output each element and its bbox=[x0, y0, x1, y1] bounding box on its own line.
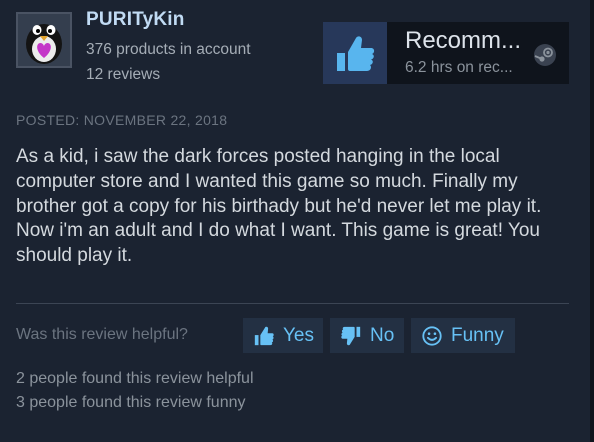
thumbs-up-icon bbox=[254, 326, 274, 345]
helpful-count: 2 people found this review helpful bbox=[16, 370, 254, 387]
thumbs-up-icon bbox=[337, 36, 375, 71]
yes-label: Yes bbox=[283, 324, 314, 346]
reviewer-username[interactable]: PURITyKin bbox=[86, 9, 185, 31]
helpful-question: Was this review helpful? bbox=[16, 326, 188, 343]
funny-label: Funny bbox=[451, 324, 504, 346]
posted-date: POSTED: NOVEMBER 22, 2018 bbox=[16, 112, 228, 128]
playtime-hours: 6.2 hrs on rec... bbox=[405, 59, 513, 76]
thumbs-down-icon bbox=[341, 326, 361, 345]
steam-logo-icon bbox=[534, 44, 556, 66]
recommendation-label: Recomm... bbox=[405, 27, 522, 54]
penguin-heart-avatar-icon bbox=[18, 14, 70, 66]
review-body: As a kid, i saw the dark forces posted h… bbox=[16, 146, 542, 267]
reviews-count[interactable]: 12 reviews bbox=[86, 66, 160, 84]
smiley-icon bbox=[422, 325, 442, 346]
avatar[interactable] bbox=[16, 12, 72, 68]
window-edge bbox=[590, 0, 594, 442]
recommend-thumb-container bbox=[323, 22, 387, 84]
yes-button[interactable]: Yes bbox=[243, 318, 323, 353]
no-label: No bbox=[370, 324, 395, 346]
recommendation-box[interactable]: Recomm... 6.2 hrs on rec... bbox=[323, 22, 569, 84]
products-count[interactable]: 376 products in account bbox=[86, 41, 251, 59]
no-button[interactable]: No bbox=[330, 318, 404, 353]
funny-count: 3 people found this review funny bbox=[16, 394, 246, 411]
funny-button[interactable]: Funny bbox=[411, 318, 515, 353]
divider bbox=[16, 303, 569, 304]
